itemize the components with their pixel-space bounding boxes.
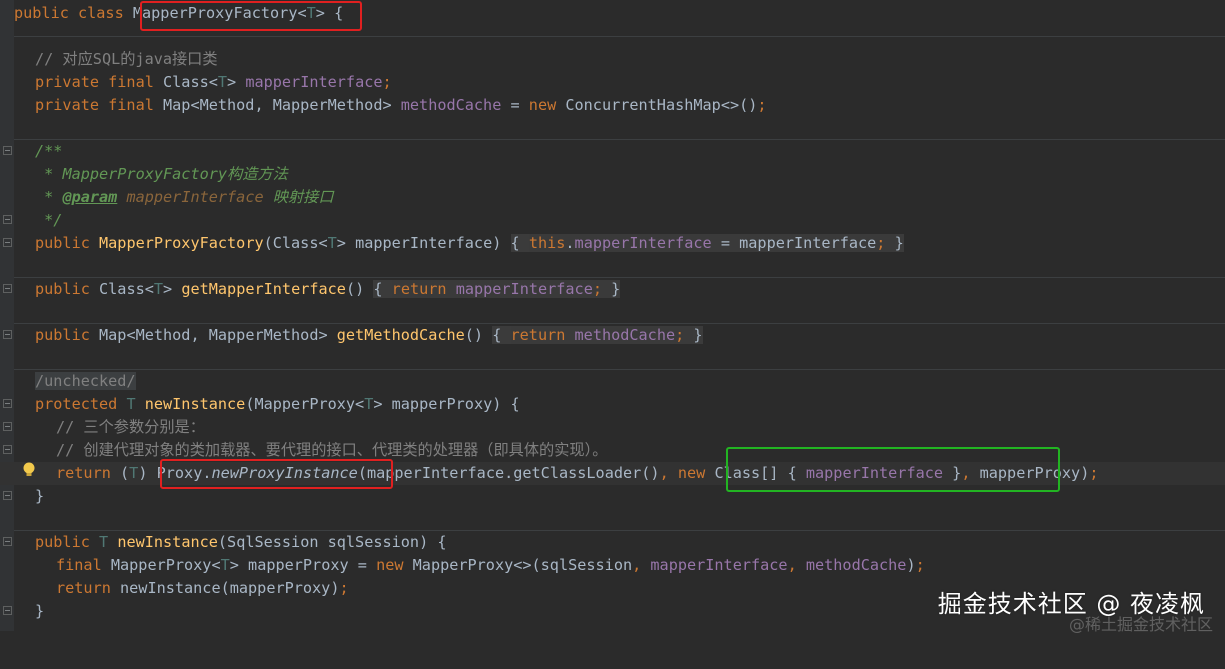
code-line[interactable]: private final Map<Method, MapperMethod> … (0, 94, 1225, 117)
method-separator (14, 36, 1225, 37)
code-line[interactable]: public Class<T> getMapperInterface() { r… (0, 278, 1225, 301)
code-line[interactable]: * MapperProxyFactory构造方法 (0, 163, 1225, 186)
code-line[interactable]: } (0, 485, 1225, 508)
watermark-faint: @稀土掘金技术社区 (1068, 615, 1213, 634)
suppress-warnings-annotation: /unchecked/ (35, 372, 136, 390)
code-line[interactable]: // 创建代理对象的类加载器、要代理的接口、代理类的处理器（即具体的实现）。 (0, 439, 1225, 462)
code-line[interactable]: // 对应SQL的java接口类 (0, 48, 1225, 71)
code-line-current[interactable]: return (T) Proxy.newProxyInstance(mapper… (0, 462, 1225, 485)
class-name: MapperProxyFactory (132, 4, 298, 22)
code-line[interactable]: final MapperProxy<T> mapperProxy = new M… (0, 554, 1225, 577)
code-line[interactable]: private final Class<T> mapperInterface; (0, 71, 1225, 94)
code-line[interactable]: // 三个参数分别是： (0, 416, 1225, 439)
code-line[interactable]: public MapperProxyFactory(Class<T> mappe… (0, 232, 1225, 255)
code-line[interactable]: /** (0, 140, 1225, 163)
code-line[interactable]: */ (0, 209, 1225, 232)
code-line[interactable]: /unchecked/ (0, 370, 1225, 393)
code-line[interactable]: * @param mapperInterface 映射接口 (0, 186, 1225, 209)
comment: // 对应SQL的java接口类 (35, 50, 218, 68)
keyword: public class (14, 4, 133, 22)
code-line[interactable]: public T newInstance(SqlSession sqlSessi… (0, 531, 1225, 554)
lightbulb-icon[interactable] (22, 461, 36, 479)
code-line[interactable]: protected T newInstance(MapperProxy<T> m… (0, 393, 1225, 416)
code-line[interactable]: public class MapperProxyFactory<T> { (0, 2, 1225, 25)
code-line[interactable]: public Map<Method, MapperMethod> getMeth… (0, 324, 1225, 347)
code-editor[interactable]: public class MapperProxyFactory<T> { // … (0, 0, 1225, 634)
fold-toggle[interactable] (3, 215, 12, 224)
